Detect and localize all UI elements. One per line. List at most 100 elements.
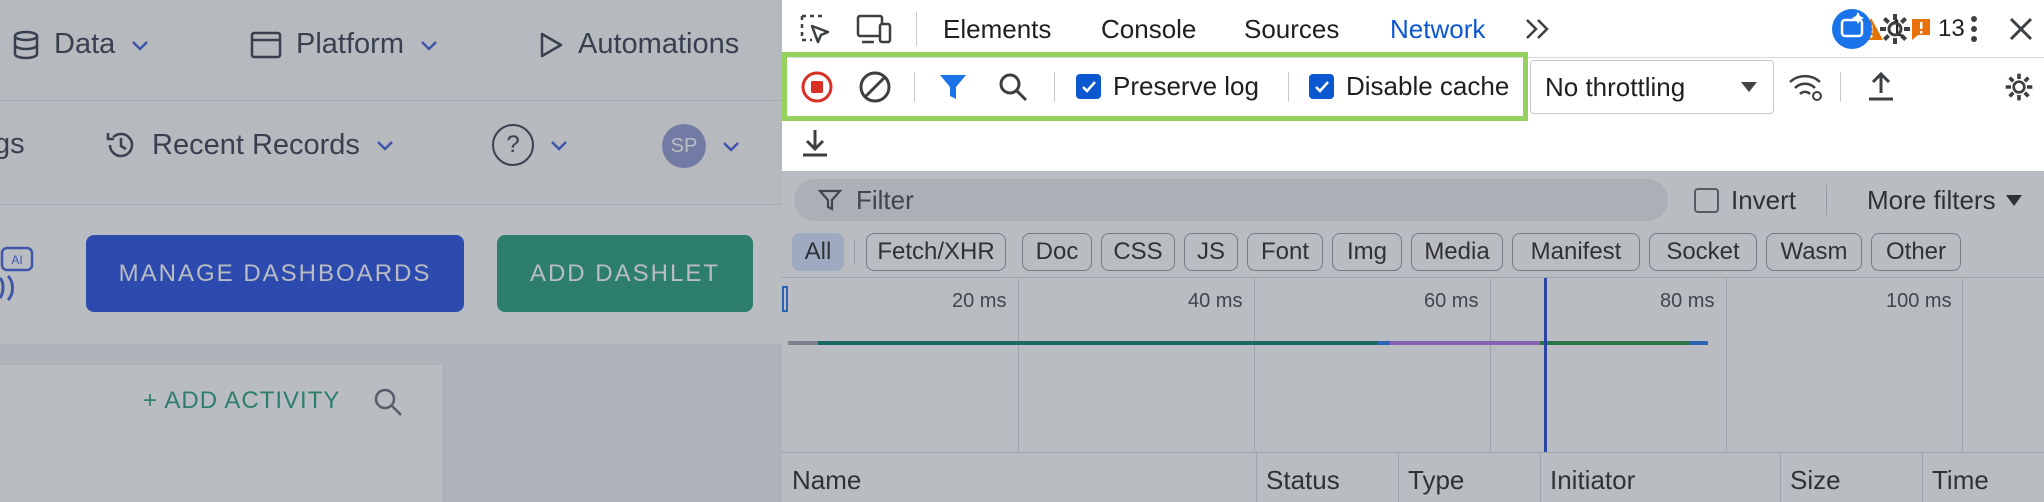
devtools-panel: Elements Console Sources Network 1 13 Pr… [782, 0, 2044, 502]
type-filter-font[interactable]: Font [1247, 233, 1323, 271]
timeline-tick: 40 ms [1188, 290, 1243, 312]
gridline [1490, 278, 1491, 453]
search-icon[interactable] [372, 386, 404, 418]
chevron-down-icon [551, 141, 567, 151]
nav-automations-label: Automations [578, 28, 740, 60]
timeline-tick: 20 ms [952, 290, 1007, 312]
resource-type-filters: All Fetch/XHR Doc CSS JS Font Img Media … [782, 227, 2044, 277]
export-har-icon[interactable] [796, 124, 834, 162]
filter-input[interactable]: Filter [794, 179, 1668, 221]
gridline [1726, 278, 1727, 453]
column-initiator[interactable]: Initiator [1550, 465, 1635, 496]
help-icon: ? [492, 124, 534, 166]
close-icon[interactable] [2004, 12, 2038, 46]
ai-assistant-icon[interactable]: AI [0, 244, 36, 304]
column-status[interactable]: Status [1266, 465, 1340, 496]
user-menu[interactable]: SP [662, 124, 742, 168]
window-icon [250, 31, 282, 58]
requests-table-header: Name Status Type Initiator Size Time [782, 452, 2044, 502]
throttling-value: No throttling [1545, 71, 1686, 102]
column-type[interactable]: Type [1408, 465, 1464, 496]
type-filter-fetch-xhr[interactable]: Fetch/XHR [866, 233, 1006, 271]
tab-console[interactable]: Console [1101, 14, 1196, 45]
more-filters-label: More filters [1867, 185, 1996, 215]
manage-dashboards-button[interactable]: MANAGE DASHBOARDS [86, 235, 464, 312]
gridline [1018, 278, 1019, 453]
invert-checkbox[interactable]: Invert [1694, 185, 1796, 216]
column-divider [1780, 453, 1781, 502]
column-size[interactable]: Size [1790, 465, 1841, 496]
tab-network[interactable]: Network [1390, 14, 1485, 45]
gridline [1962, 278, 1963, 453]
column-divider [1922, 453, 1923, 502]
type-filter-media[interactable]: Media [1411, 233, 1503, 271]
throttling-select[interactable]: No throttling [1530, 60, 1774, 114]
history-icon [106, 132, 134, 158]
type-filter-other[interactable]: Other [1871, 233, 1961, 271]
network-settings-gear-icon[interactable] [2000, 68, 2038, 106]
chevron-down-icon [723, 142, 739, 152]
divider [1826, 185, 1827, 215]
column-time[interactable]: Time [1932, 465, 1989, 496]
timeline-tick: 60 ms [1424, 290, 1479, 312]
add-dashlet-button[interactable]: ADD DASHLET [497, 235, 753, 312]
column-name[interactable]: Name [792, 465, 861, 496]
request-bar [1378, 341, 1390, 345]
issues-count: 13 [1938, 15, 1965, 42]
request-bar [788, 341, 818, 345]
request-bar [1690, 341, 1708, 345]
nav-recent-records[interactable]: Recent Records [104, 128, 396, 162]
type-filter-socket[interactable]: Socket [1649, 233, 1757, 271]
add-activity-link[interactable]: + ADD ACTIVITY [143, 387, 340, 415]
device-toolbar-icon[interactable] [856, 12, 892, 46]
settings-gear-icon[interactable] [1876, 10, 1914, 48]
timeline-handle[interactable] [782, 286, 788, 312]
type-filter-js[interactable]: JS [1184, 233, 1238, 271]
more-filters-dropdown[interactable]: More filters [1867, 185, 2022, 216]
invert-label: Invert [1731, 185, 1797, 215]
type-filter-all[interactable]: All [792, 233, 844, 271]
timeline-tick: 80 ms [1660, 290, 1715, 312]
chevron-down-icon [421, 40, 437, 51]
devtools-tab-bar: Elements Console Sources Network 1 13 [782, 0, 2044, 58]
more-tabs-icon[interactable] [1522, 14, 1554, 44]
column-divider [1398, 453, 1399, 502]
timeline-tick: 100 ms [1886, 290, 1952, 312]
type-filter-css[interactable]: CSS [1101, 233, 1175, 271]
tab-sources[interactable]: Sources [1244, 14, 1339, 45]
load-event-marker [1544, 278, 1547, 453]
type-filter-manifest[interactable]: Manifest [1512, 233, 1640, 271]
nav-data-label: Data [54, 28, 116, 60]
dropdown-arrow-icon [1741, 82, 1757, 92]
checkbox-unchecked-icon [1694, 188, 1719, 213]
divider [854, 239, 855, 265]
timeline-overview[interactable]: 20 ms 40 ms 60 ms 80 ms 100 ms [782, 277, 2044, 453]
database-icon [13, 30, 39, 59]
column-divider [1256, 453, 1257, 502]
nav-settings-partial[interactable]: gs [0, 128, 25, 161]
nav-platform[interactable]: Platform [250, 28, 440, 61]
type-filter-doc[interactable]: Doc [1022, 233, 1092, 271]
inspect-element-icon[interactable] [798, 12, 832, 46]
type-filter-img[interactable]: Img [1332, 233, 1402, 271]
nav-partial-label: gs [0, 128, 25, 160]
chevron-down-icon [377, 141, 393, 151]
ai-assistance-icon[interactable] [1830, 8, 1874, 50]
nav-data[interactable]: Data [12, 28, 151, 61]
filter-bar: Filter Invert More filters [782, 171, 2044, 227]
network-conditions-icon[interactable] [1786, 68, 1826, 106]
type-filter-wasm[interactable]: Wasm [1766, 233, 1862, 271]
nav-help[interactable]: ? [492, 124, 570, 166]
request-bar [1390, 341, 1540, 345]
filter-placeholder: Filter [856, 184, 914, 215]
nav-automations[interactable]: Automations [538, 28, 739, 61]
import-har-icon[interactable] [1862, 68, 1900, 106]
request-bar [1540, 341, 1690, 345]
kebab-menu-icon[interactable] [1962, 10, 1986, 48]
column-divider [1540, 453, 1541, 502]
divider [916, 12, 917, 46]
avatar: SP [662, 124, 706, 168]
tab-elements[interactable]: Elements [943, 14, 1051, 45]
divider [1840, 72, 1841, 102]
nav-platform-label: Platform [296, 28, 404, 60]
